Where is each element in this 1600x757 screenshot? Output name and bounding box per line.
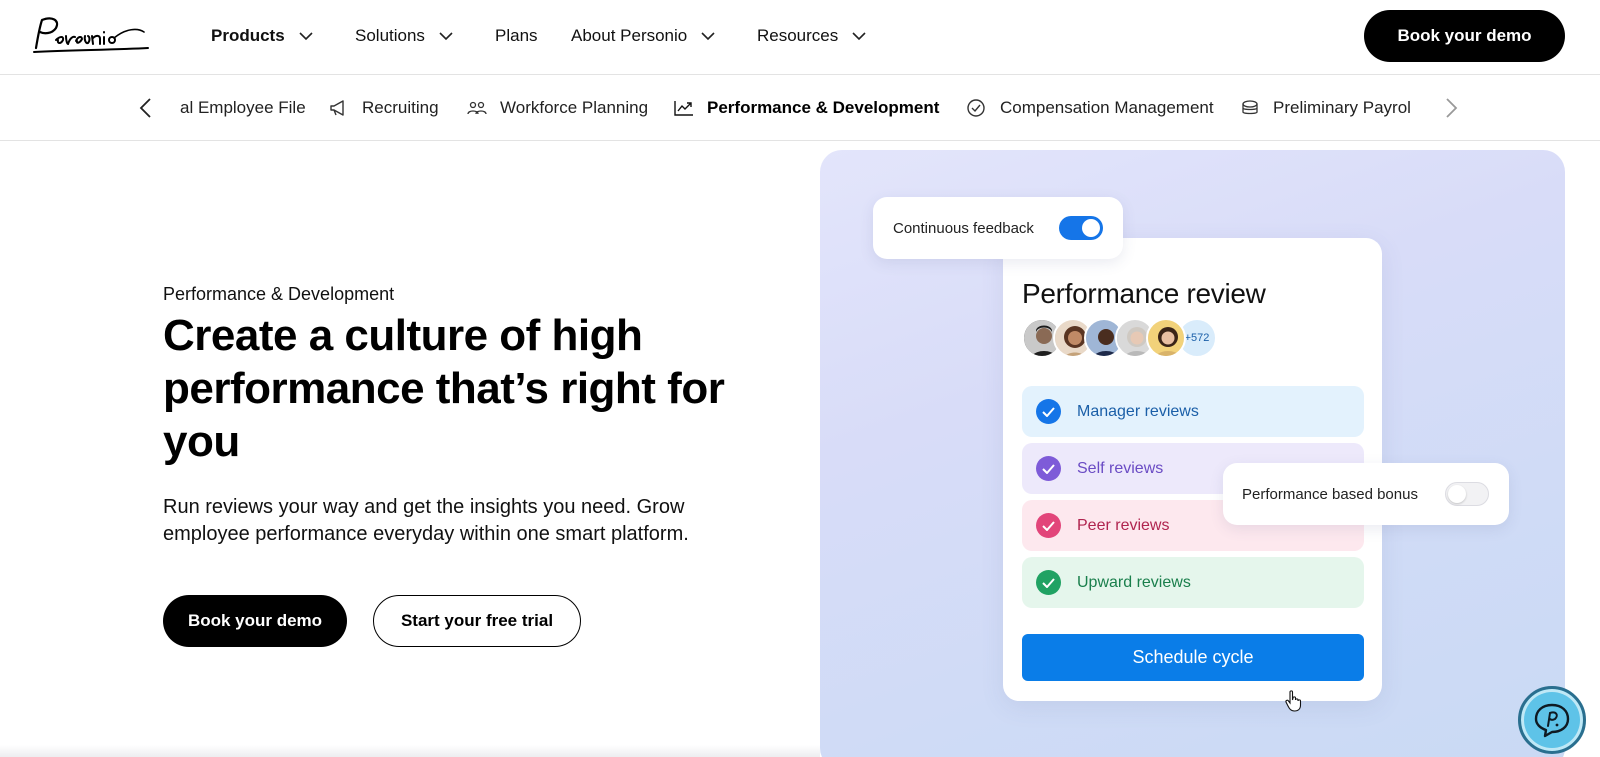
check-icon	[1036, 399, 1061, 424]
participant-avatars: +572	[1022, 318, 1217, 358]
hero-subtext: Run reviews your way and get the insight…	[163, 496, 689, 545]
subnav-item-payroll[interactable]: Preliminary Payroll	[1239, 96, 1412, 120]
hand-pointer-icon	[1285, 690, 1302, 712]
chat-bubble-icon	[1534, 703, 1570, 738]
subnav-track: al Employee File Recruiting Workforce Pl…	[180, 76, 1412, 141]
chevron-left-icon[interactable]	[134, 96, 158, 120]
nav-solutions[interactable]: Solutions	[355, 24, 453, 48]
subnav-item-label: Recruiting	[362, 98, 439, 117]
chevron-down-icon	[299, 32, 313, 41]
section-divider-shadow	[0, 745, 820, 757]
review-row-label: Peer reviews	[1077, 516, 1170, 534]
nav-products-label: Products	[211, 26, 285, 45]
review-row-label: Manager reviews	[1077, 402, 1199, 420]
coins-icon	[1242, 100, 1258, 115]
review-row-manager[interactable]: Manager reviews	[1022, 386, 1364, 437]
subnav-item-recruiting[interactable]: Recruiting	[328, 96, 439, 120]
nav-solutions-label: Solutions	[355, 26, 425, 45]
review-row-upward[interactable]: Upward reviews	[1022, 557, 1364, 608]
nav-about[interactable]: About Personio	[571, 24, 715, 48]
continuous-feedback-toggle[interactable]	[1059, 216, 1103, 240]
continuous-feedback-card: Continuous feedback	[873, 197, 1123, 259]
subnav-item-label: Preliminary Payroll	[1273, 98, 1412, 117]
subnav-item-label: Workforce Planning	[500, 98, 649, 117]
book-demo-hero-button[interactable]: Book your demo	[163, 595, 347, 647]
performance-bonus-label: Performance based bonus	[1242, 485, 1418, 503]
check-icon	[1036, 513, 1061, 538]
book-demo-button[interactable]: Book your demo	[1364, 10, 1565, 62]
nav-products[interactable]: Products	[211, 24, 313, 48]
performance-bonus-toggle[interactable]	[1445, 482, 1489, 506]
chevron-down-icon	[852, 32, 866, 41]
continuous-feedback-label: Continuous feedback	[893, 219, 1034, 237]
megaphone-icon	[330, 100, 344, 116]
chevron-down-icon	[439, 32, 453, 41]
review-row-label: Upward reviews	[1077, 573, 1191, 591]
performance-bonus-card: Performance based bonus	[1223, 463, 1509, 525]
subnav-item-performance[interactable]: Performance & Development	[673, 96, 939, 120]
check-circle-icon	[967, 99, 985, 117]
check-icon	[1036, 570, 1061, 595]
subnav-item-label: Compensation Management	[1000, 98, 1214, 117]
nav-resources-label: Resources	[757, 26, 839, 45]
trend-chart-icon	[674, 101, 693, 116]
hero-eyebrow: Performance & Development	[163, 284, 395, 304]
personio-logo-icon	[33, 17, 149, 53]
nav-resources[interactable]: Resources	[757, 24, 866, 48]
hero-headline: Create a culture of high performance tha…	[163, 311, 725, 466]
review-card-title: Performance review	[1022, 278, 1266, 309]
chevron-down-icon	[701, 32, 715, 41]
top-navigation: Products Solutions Plans About Personio …	[0, 0, 1600, 75]
free-trial-button[interactable]: Start your free trial	[373, 595, 581, 647]
chat-widget-button[interactable]	[1518, 686, 1586, 754]
schedule-cycle-button[interactable]: Schedule cycle	[1022, 634, 1364, 681]
nav-plans-label: Plans	[495, 26, 538, 45]
nav-plans[interactable]: Plans	[495, 24, 538, 48]
nav-about-label: About Personio	[571, 26, 688, 45]
subnav-item-employee-file[interactable]: al Employee File	[180, 96, 306, 120]
subnav-item-workforce-planning[interactable]: Workforce Planning	[466, 96, 648, 120]
check-icon	[1036, 456, 1061, 481]
personio-logo[interactable]	[30, 14, 152, 58]
review-row-label: Self reviews	[1077, 459, 1164, 477]
chevron-right-icon[interactable]	[1439, 96, 1463, 120]
avatar	[1146, 318, 1186, 358]
people-icon	[467, 101, 487, 115]
product-subnav: al Employee File Recruiting Workforce Pl…	[0, 76, 1600, 141]
subnav-item-label: Performance & Development	[707, 98, 940, 117]
subnav-item-compensation[interactable]: Compensation Management	[966, 96, 1214, 120]
subnav-item-label: al Employee File	[180, 98, 306, 117]
